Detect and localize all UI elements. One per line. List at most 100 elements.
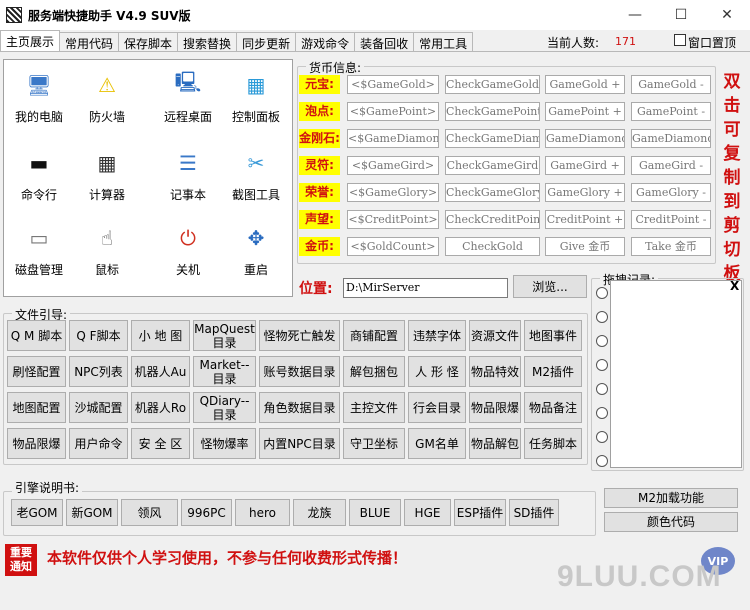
file-guide-button[interactable]: 物品特效 [469,356,521,387]
file-guide-button[interactable]: 主控文件 [343,392,405,423]
tab-common-code[interactable]: 常用代码 [59,32,120,52]
currency-code-button[interactable]: GameGold + [545,75,625,94]
tab-home[interactable]: 主页展示 [0,30,61,52]
currency-code-button[interactable]: GameDiamond + [545,129,625,148]
currency-code-button[interactable]: <$GamePoint> [347,102,439,121]
file-guide-button[interactable]: 人 形 怪 [408,356,466,387]
currency-code-button[interactable]: GameDiamond - [631,129,711,148]
file-guide-button[interactable]: 怪物死亡触发 [259,320,340,351]
shortcut-disk[interactable]: ▭ 磁盘管理 [4,219,74,289]
file-guide-button[interactable]: 角色数据目录 [259,392,340,423]
file-guide-button[interactable]: 违禁字体 [408,320,466,351]
tab-common-tools[interactable]: 常用工具 [413,32,474,52]
file-guide-button[interactable]: M2插件 [524,356,582,387]
file-guide-button[interactable]: 地图配置 [7,392,66,423]
file-guide-button[interactable]: 机器人Ro [131,392,190,423]
tab-save-script[interactable]: 保存脚本 [118,32,179,52]
drag-log-radio[interactable] [596,335,608,347]
currency-code-button[interactable]: GamePoint - [631,102,711,121]
currency-code-button[interactable]: <$GameGlory> [347,183,439,202]
drag-log-list[interactable] [610,280,742,468]
drag-log-radio[interactable] [596,455,608,467]
engine-manual-button[interactable]: 老GOM [11,499,63,526]
file-guide-button[interactable]: 物品解包 [469,428,521,459]
file-guide-button[interactable]: 地图事件 [524,320,582,351]
currency-code-button[interactable]: CreditPoint - [631,210,711,229]
currency-code-button[interactable]: GamePoint + [545,102,625,121]
engine-manual-button[interactable]: 龙族 [293,499,346,526]
file-guide-button[interactable]: MapQuest 目录 [193,320,256,351]
currency-code-button[interactable]: GameGlory - [631,183,711,202]
file-guide-button[interactable]: 行会目录 [408,392,466,423]
currency-code-button[interactable]: CreditPoint + [545,210,625,229]
color-code-button[interactable]: 颜色代码 [604,512,738,532]
file-guide-button[interactable]: 安 全 区 [131,428,190,459]
tab-search-replace[interactable]: 搜索替换 [177,32,238,52]
currency-code-button[interactable]: CheckCreditPoint [445,210,540,229]
file-guide-button[interactable]: 账号数据目录 [259,356,340,387]
currency-code-button[interactable]: <$GameGird> [347,156,439,175]
currency-code-button[interactable]: GameGold - [631,75,711,94]
drag-log-radio[interactable] [596,407,608,419]
close-button[interactable]: ✕ [704,0,750,30]
currency-code-button[interactable]: CheckGamePoint [445,102,540,121]
currency-code-button[interactable]: <$GameGold> [347,75,439,94]
drag-log-close-button[interactable]: X [730,279,739,293]
currency-code-button[interactable]: <$GameDiamond> [347,129,439,148]
drag-log-radio[interactable] [596,383,608,395]
currency-code-button[interactable]: CheckGameGird [445,156,540,175]
file-guide-button[interactable]: 守卫坐标 [343,428,405,459]
shortcut-scissors[interactable]: ✂ 截图工具 [221,144,291,214]
file-guide-button[interactable]: 怪物爆率 [193,428,256,459]
browse-button[interactable]: 浏览... [513,275,587,298]
file-guide-button[interactable]: Q F脚本 [69,320,128,351]
currency-code-button[interactable]: Give 金币 [545,237,625,256]
currency-code-button[interactable]: <$CreditPoint> [347,210,439,229]
shortcut-restart[interactable]: ✥ 重启 [221,219,291,289]
currency-code-button[interactable]: CheckGameGlory [445,183,540,202]
tab-sync-update[interactable]: 同步更新 [236,32,297,52]
location-input[interactable]: D:\MirServer [343,278,508,298]
file-guide-button[interactable]: 物品限爆 [7,428,66,459]
file-guide-button[interactable]: 物品限爆 [469,392,521,423]
file-guide-button[interactable]: 商铺配置 [343,320,405,351]
shortcut-mouse[interactable]: ☝ 鼠标 [72,219,142,289]
currency-code-button[interactable]: CheckGold [445,237,540,256]
currency-code-button[interactable]: GameGird + [545,156,625,175]
tab-game-commands[interactable]: 游戏命令 [295,32,356,52]
file-guide-button[interactable]: 解包捆包 [343,356,405,387]
file-guide-button[interactable]: 用户命令 [69,428,128,459]
file-guide-button[interactable]: NPC列表 [69,356,128,387]
file-guide-button[interactable]: 刷怪配置 [7,356,66,387]
currency-code-button[interactable]: CheckGameDiamond [445,129,540,148]
engine-manual-button[interactable]: ESP插件 [454,499,506,526]
engine-manual-button[interactable]: 996PC [181,499,232,526]
file-guide-button[interactable]: GM名单 [408,428,466,459]
engine-manual-button[interactable]: 领风 [121,499,178,526]
m2-load-button[interactable]: M2加载功能 [604,488,738,508]
currency-code-button[interactable]: CheckGameGold [445,75,540,94]
file-guide-button[interactable]: QDiary-- 目录 [193,392,256,423]
on-top-checkbox[interactable] [674,34,686,46]
file-guide-button[interactable]: 机器人Au [131,356,190,387]
shortcut-computer[interactable]: 🖥 我的电脑 [4,66,74,136]
drag-log-radio[interactable] [596,359,608,371]
currency-code-button[interactable]: GameGird - [631,156,711,175]
tab-equipment-recycle[interactable]: 装备回收 [354,32,415,52]
drag-log-radio[interactable] [596,431,608,443]
file-guide-button[interactable]: 小 地 图 [131,320,190,351]
shortcut-control-panel[interactable]: ▦ 控制面板 [221,66,291,136]
file-guide-button[interactable]: 沙城配置 [69,392,128,423]
drag-log-radio[interactable] [596,311,608,323]
file-guide-button[interactable]: 资源文件 [469,320,521,351]
shortcut-remote-desktop[interactable]: 🖳 远程桌面 [153,66,223,136]
file-guide-button[interactable]: 内置NPC目录 [259,428,340,459]
file-guide-button[interactable]: Q M 脚本 [7,320,66,351]
shortcut-power[interactable]: ⏻ 关机 [153,219,223,289]
shortcut-shield[interactable]: ⚠ 防火墙 [72,66,142,136]
shortcut-calculator[interactable]: ▦ 计算器 [72,144,142,214]
engine-manual-button[interactable]: hero [235,499,290,526]
file-guide-button[interactable]: 物品备注 [524,392,582,423]
currency-code-button[interactable]: <$GoldCount> [347,237,439,256]
file-guide-button[interactable]: Market-- 目录 [193,356,256,387]
